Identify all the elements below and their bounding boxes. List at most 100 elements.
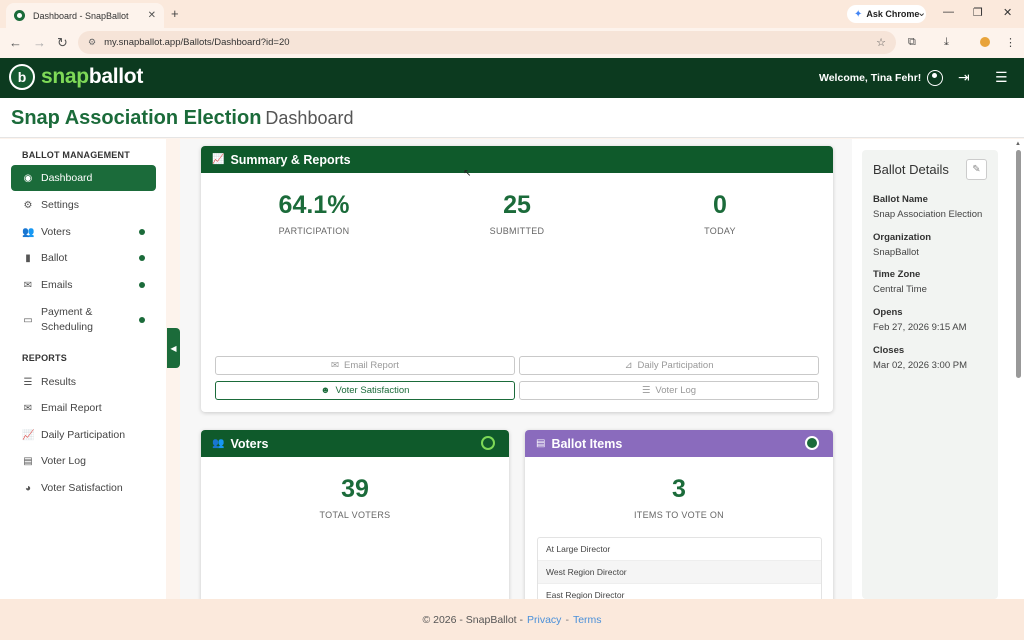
page-title: Snap Association Election Dashboard: [11, 107, 353, 130]
voter-satisfaction-button[interactable]: ☻ Voter Satisfaction: [215, 381, 515, 400]
snapballot-favicon-icon: [14, 10, 25, 21]
list-item[interactable]: At Large Director: [538, 538, 821, 561]
download-icon[interactable]: ⤓: [944, 36, 949, 49]
reports-header: REPORTS: [22, 353, 67, 363]
sidebar-item-payment-scheduling[interactable]: ▭ Payment & Scheduling: [11, 302, 156, 338]
status-dot: [139, 255, 145, 261]
sidebar-item-emails[interactable]: ✉ Emails: [11, 272, 156, 298]
total-voters-value: 39: [341, 475, 369, 503]
sidebar-item-ballot[interactable]: ▮ Ballot: [11, 245, 156, 271]
page-footer: © 2026 - SnapBallot - Privacy - Terms: [0, 599, 1024, 640]
back-icon[interactable]: ←: [9, 35, 22, 50]
participation-stat: 64.1% PARTICIPATION: [224, 191, 404, 236]
page-subtitle: Dashboard: [265, 108, 354, 128]
pencil-icon: ✎: [972, 164, 981, 175]
bookmark-star-icon[interactable]: ☆: [876, 36, 886, 49]
scrollbar-thumb[interactable]: [1016, 150, 1021, 378]
hamburger-menu-icon[interactable]: ☰: [995, 69, 1008, 86]
browser-tab[interactable]: Dashboard - SnapBallot ✕: [6, 3, 164, 28]
voters-card-header: 👥 Voters: [201, 430, 509, 457]
welcome-text: Welcome, Tina Fehr!: [819, 72, 922, 84]
chart-line-icon: ⊿: [624, 360, 633, 371]
users-icon: 👥: [22, 226, 35, 238]
organization-value: SnapBallot: [873, 247, 919, 258]
credit-card-icon: ▭: [23, 314, 33, 326]
extensions-icon[interactable]: ⧉: [908, 36, 916, 49]
user-account-icon[interactable]: [927, 70, 943, 86]
today-stat: 0 TODAY: [630, 191, 810, 236]
sidebar-item-email-report[interactable]: ✉ Email Report: [11, 395, 156, 421]
ask-chrome-button[interactable]: ✦ Ask Chrome: [847, 5, 927, 23]
submitted-value: 25: [503, 191, 531, 219]
ballot-details-title: Ballot Details: [873, 162, 949, 177]
close-tab-icon[interactable]: ✕: [148, 10, 156, 21]
organization-label: Organization: [873, 232, 932, 243]
ballot-items-card-header: ▤ Ballot Items: [525, 430, 833, 457]
summary-reports-card: 📈 Summary & Reports 64.1% PARTICIPATION …: [201, 146, 833, 412]
new-tab-button[interactable]: +: [171, 6, 179, 21]
timezone-value: Central Time: [873, 284, 927, 295]
opens-label: Opens: [873, 307, 903, 318]
email-report-button[interactable]: ✉ Email Report: [215, 356, 515, 375]
site-info-icon[interactable]: ⚙: [88, 37, 96, 48]
chrome-menu-icon[interactable]: ⋮: [1005, 36, 1016, 49]
ballot-icon: ▮: [25, 252, 31, 264]
reload-icon[interactable]: ↻: [57, 35, 68, 51]
list-item[interactable]: West Region Director: [538, 561, 821, 584]
tab-search-icon[interactable]: ⌄: [917, 6, 926, 19]
terms-link[interactable]: Terms: [573, 614, 602, 626]
forward-icon[interactable]: →: [33, 35, 46, 50]
daily-participation-button[interactable]: ⊿ Daily Participation: [519, 356, 819, 375]
voter-log-button[interactable]: ☰ Voter Log: [519, 381, 819, 400]
tab-title: Dashboard - SnapBallot: [33, 10, 129, 21]
url-text: my.snapballot.app/Ballots/Dashboard?id=2…: [104, 37, 290, 48]
sidebar-item-voters[interactable]: 👥 Voters: [11, 219, 156, 245]
sidebar-item-results[interactable]: ☰ Results: [11, 369, 156, 395]
sidebar-item-daily-participation[interactable]: 📈 Daily Participation: [11, 422, 156, 448]
privacy-link[interactable]: Privacy: [527, 614, 561, 626]
envelope-open-icon: ✉: [23, 402, 33, 414]
profile-avatar-icon[interactable]: [980, 37, 990, 47]
sidebar-item-voter-log[interactable]: ▤ Voter Log: [11, 448, 156, 474]
mouse-cursor-icon: ↖: [463, 168, 472, 179]
sparkle-icon: ✦: [854, 8, 863, 20]
sidebar-item-settings[interactable]: ⚙ Settings: [11, 192, 156, 218]
logo-text: snapballot: [41, 65, 144, 88]
participation-value: 64.1%: [278, 191, 350, 219]
ballot-management-header: BALLOT MANAGEMENT: [22, 150, 130, 160]
submitted-label: SUBMITTED: [489, 226, 545, 236]
browser-tab-strip: Dashboard - SnapBallot ✕ + ✦ Ask Chrome …: [0, 0, 1024, 28]
users-icon: 👥: [212, 438, 225, 449]
ask-chrome-label: Ask Chrome: [866, 9, 920, 19]
envelope-icon: ✉: [23, 279, 33, 291]
envelope-open-icon: ✉: [331, 360, 340, 371]
gear-icon: ⚙: [23, 199, 33, 211]
closes-label: Closes: [873, 345, 905, 356]
minimize-icon[interactable]: —: [943, 6, 954, 18]
chart-line-icon: 📈: [22, 429, 35, 441]
restore-icon[interactable]: ❐: [973, 6, 983, 19]
snapballot-logo[interactable]: b snapballot: [9, 64, 143, 90]
book-icon: ▤: [23, 455, 33, 467]
status-ring-icon: [805, 436, 819, 450]
logout-icon[interactable]: ⇥: [958, 69, 970, 86]
ballot-items-stat: 3 ITEMS TO VOTE ON: [589, 475, 769, 520]
today-value: 0: [713, 191, 727, 219]
status-dot: [139, 317, 145, 323]
sidebar-item-voter-satisfaction[interactable]: ◕ Voter Satisfaction: [11, 475, 156, 501]
collapse-sidebar-button[interactable]: ◀: [167, 328, 180, 368]
timezone-label: Time Zone: [873, 269, 921, 280]
voters-card: 👥 Voters 39 TOTAL VOTERS: [201, 430, 509, 605]
edit-ballot-button[interactable]: ✎: [966, 159, 987, 180]
close-window-icon[interactable]: ✕: [1003, 6, 1012, 19]
participation-label: PARTICIPATION: [278, 226, 350, 236]
sidebar-item-dashboard[interactable]: ◉ Dashboard: [11, 165, 156, 191]
ballot-items-card: ▤ Ballot Items 3 ITEMS TO VOTE ON At Lar…: [525, 430, 833, 605]
total-voters-stat: 39 TOTAL VOTERS: [265, 475, 445, 520]
scroll-up-arrow-icon[interactable]: ▲: [1015, 141, 1021, 147]
submitted-stat: 25 SUBMITTED: [427, 191, 607, 236]
smile-icon: ☻: [320, 385, 331, 396]
status-dot: [139, 229, 145, 235]
closes-value: Mar 02, 2026 3:00 PM: [873, 360, 967, 371]
address-bar[interactable]: ⚙ my.snapballot.app/Ballots/Dashboard?id…: [78, 31, 896, 54]
